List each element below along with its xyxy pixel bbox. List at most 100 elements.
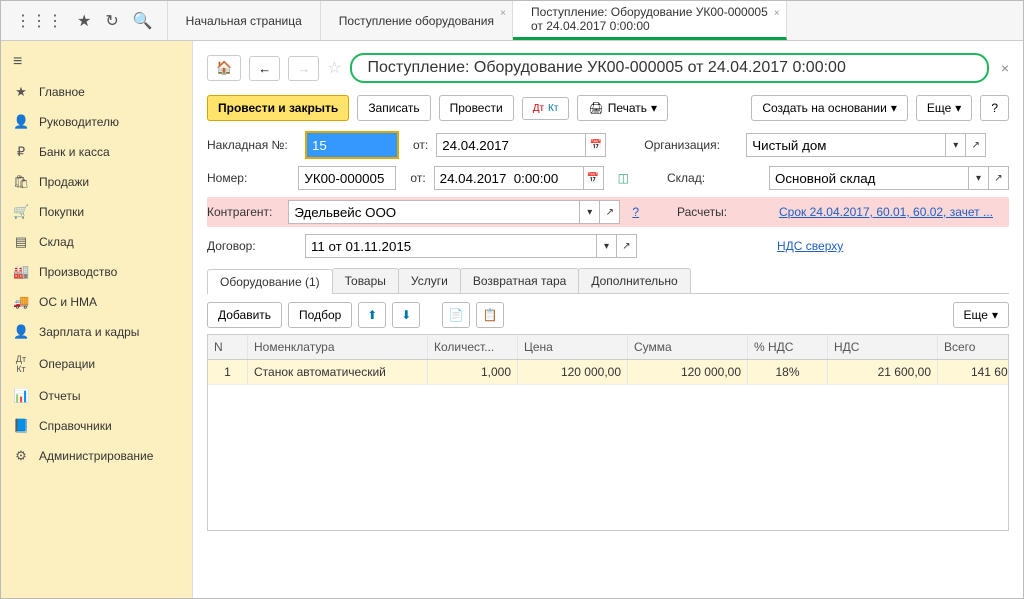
items-table: N Номенклатура Количест... Цена Сумма % … — [207, 334, 1009, 531]
pick-button[interactable]: Подбор — [288, 302, 352, 328]
cell-n: 1 — [208, 360, 248, 384]
sidebar-item-assets[interactable]: 🚚ОС и НМА — [1, 287, 192, 317]
sidebar-item-operations[interactable]: ДтКтОперации — [1, 347, 192, 381]
invoice-no-input[interactable] — [307, 133, 397, 157]
dtkt-button[interactable]: ДтКт — [522, 97, 570, 120]
col-price[interactable]: Цена — [518, 335, 628, 359]
move-up-button[interactable]: ⬆ — [358, 302, 386, 328]
favorite-icon[interactable]: ☆ — [327, 58, 341, 78]
topbar: ⋮⋮⋮ ★ ↻ 🔍 Начальная страница Поступление… — [1, 1, 1023, 41]
tab-additional[interactable]: Дополнительно — [578, 268, 690, 293]
sidebar-label: Главное — [39, 85, 85, 99]
tab-goods[interactable]: Товары — [332, 268, 399, 293]
col-vat[interactable]: НДС — [828, 335, 938, 359]
col-sum[interactable]: Сумма — [628, 335, 748, 359]
ruble-icon: ₽ — [13, 144, 29, 160]
calendar-icon[interactable]: 📅 — [586, 133, 606, 157]
open-icon[interactable]: ↗ — [600, 200, 620, 224]
print-button[interactable]: 🖨 Печать ▾ — [577, 95, 668, 121]
apps-icon[interactable]: ⋮⋮⋮ — [15, 11, 63, 31]
home-button[interactable]: 🏠 — [207, 55, 241, 81]
sidebar-label: Покупки — [39, 205, 84, 219]
star-icon[interactable]: ★ — [77, 11, 91, 31]
add-row-button[interactable]: Добавить — [207, 302, 282, 328]
number-input[interactable] — [298, 166, 396, 190]
col-vatrate[interactable]: % НДС — [748, 335, 828, 359]
close-icon[interactable]: × — [1001, 60, 1009, 76]
invoice-label: Накладная №: — [207, 138, 297, 152]
table-row[interactable]: 1 Станок автоматический 1,000 120 000,00… — [208, 360, 1008, 385]
gear-icon: ⚙ — [13, 448, 29, 464]
number-date-input[interactable] — [434, 166, 584, 190]
sidebar-item-bank[interactable]: ₽Банк и касса — [1, 137, 192, 167]
sidebar-item-reports[interactable]: 📊Отчеты — [1, 381, 192, 411]
sidebar-item-catalogs[interactable]: 📘Справочники — [1, 411, 192, 441]
copy-button[interactable]: 📄 — [442, 302, 470, 328]
sidebar-item-admin[interactable]: ⚙Администрирование — [1, 441, 192, 471]
org-input[interactable] — [746, 133, 946, 157]
tab-label-sub: от 24.04.2017 0:00:00 — [531, 19, 768, 33]
tab-equipment[interactable]: Оборудование (1) — [207, 269, 333, 294]
dropdown-icon[interactable]: ▾ — [597, 234, 617, 258]
sidebar-item-manager[interactable]: 👤Руководителю — [1, 107, 192, 137]
contract-label: Договор: — [207, 239, 297, 253]
from-label: от: — [413, 138, 428, 152]
dropdown-icon[interactable]: ▾ — [580, 200, 600, 224]
paste-button[interactable]: 📋 — [476, 302, 504, 328]
post-button[interactable]: Провести — [439, 95, 514, 121]
col-n[interactable]: N — [208, 335, 248, 359]
move-down-button[interactable]: ⬇ — [392, 302, 420, 328]
tab-services[interactable]: Услуги — [398, 268, 461, 293]
tab-returnable[interactable]: Возвратная тара — [460, 268, 580, 293]
sidebar-label: Продажи — [39, 175, 89, 189]
close-icon[interactable]: × — [500, 7, 506, 21]
close-icon[interactable]: × — [774, 7, 780, 21]
sidebar-label: Справочники — [39, 419, 112, 433]
tab-receipt-list[interactable]: Поступление оборудования × — [321, 1, 513, 40]
number-label: Номер: — [207, 171, 290, 185]
org-label: Организация: — [644, 138, 738, 152]
help-link[interactable]: ? — [632, 205, 639, 219]
open-icon[interactable]: ↗ — [989, 166, 1009, 190]
col-qty[interactable]: Количест... — [428, 335, 518, 359]
create-based-button[interactable]: Создать на основании ▾ — [751, 95, 908, 121]
sidebar-item-salary[interactable]: 👤 Зарплата и кадры — [1, 317, 192, 347]
col-total[interactable]: Всего — [938, 335, 1023, 359]
sidebar: ≡ ★Главное 👤Руководителю ₽Банк и касса 🛍… — [1, 41, 193, 598]
tab-label: Поступление: Оборудование УК00-000005 — [531, 5, 768, 19]
open-icon[interactable]: ↗ — [966, 133, 986, 157]
warehouse-input[interactable] — [769, 166, 969, 190]
sidebar-item-warehouse[interactable]: ▤Склад — [1, 227, 192, 257]
forward-button[interactable]: → — [288, 56, 319, 81]
help-button[interactable]: ? — [980, 95, 1009, 121]
posted-icon: ◫ — [618, 171, 629, 185]
more-button[interactable]: Еще ▾ — [916, 95, 972, 121]
table-more-button[interactable]: Еще ▾ — [953, 302, 1009, 328]
cell-qty: 1,000 — [428, 360, 518, 384]
invoice-date-input[interactable] — [436, 133, 586, 157]
counterparty-input[interactable] — [288, 200, 580, 224]
dropdown-icon[interactable]: ▾ — [946, 133, 966, 157]
calendar-icon[interactable]: 📅 — [584, 166, 604, 190]
sidebar-item-production[interactable]: 🏭Производство — [1, 257, 192, 287]
person-icon: 👤 — [13, 324, 29, 340]
col-item[interactable]: Номенклатура — [248, 335, 428, 359]
tab-receipt-doc[interactable]: Поступление: Оборудование УК00-000005 от… — [513, 1, 787, 40]
back-button[interactable]: ← — [249, 56, 280, 81]
sidebar-label: Зарплата и кадры — [39, 325, 139, 339]
history-icon[interactable]: ↻ — [105, 11, 118, 31]
dropdown-icon[interactable]: ▾ — [969, 166, 989, 190]
vat-mode-link[interactable]: НДС сверху — [777, 239, 843, 253]
contract-input[interactable] — [305, 234, 597, 258]
chart-icon: 📊 — [13, 388, 29, 404]
settlements-link[interactable]: Срок 24.04.2017, 60.01, 60.02, зачет ... — [779, 205, 1009, 219]
tab-start-page[interactable]: Начальная страница — [168, 1, 321, 40]
sidebar-item-sales[interactable]: 🛍Продажи — [1, 167, 192, 197]
open-icon[interactable]: ↗ — [617, 234, 637, 258]
post-and-close-button[interactable]: Провести и закрыть — [207, 95, 349, 121]
save-button[interactable]: Записать — [357, 95, 430, 121]
sidebar-item-main[interactable]: ★Главное — [1, 77, 192, 107]
sidebar-item-purchases[interactable]: 🛒Покупки — [1, 197, 192, 227]
search-icon[interactable]: 🔍 — [133, 11, 153, 31]
menu-icon[interactable]: ≡ — [1, 47, 192, 77]
